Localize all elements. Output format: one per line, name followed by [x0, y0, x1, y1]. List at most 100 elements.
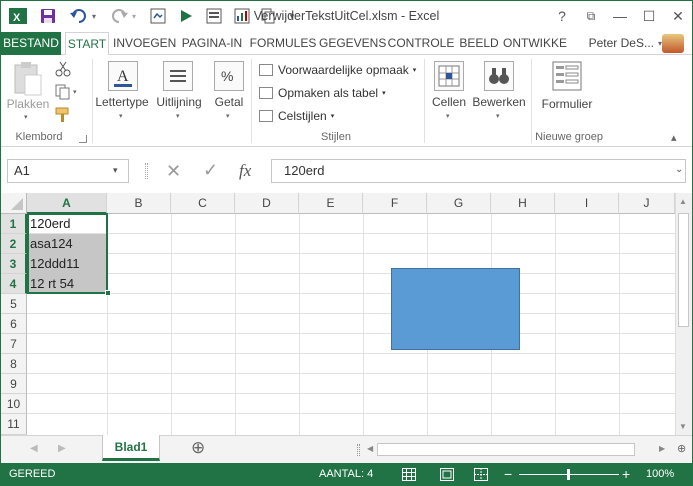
cells-icon[interactable]: [434, 61, 464, 91]
zoom-slider-thumb[interactable]: [567, 469, 570, 480]
cut-icon[interactable]: [55, 61, 71, 80]
binoculars-icon[interactable]: [484, 61, 514, 91]
format-as-table-button[interactable]: Opmaken als tabel ▾: [259, 83, 386, 103]
row-header[interactable]: 8: [1, 354, 27, 374]
editing-button[interactable]: Bewerken: [471, 95, 527, 109]
name-box-dropdown-icon[interactable]: ▾: [113, 165, 118, 176]
scroll-left-icon[interactable]: ◀: [367, 444, 373, 453]
column-header[interactable]: E: [299, 193, 363, 214]
next-sheet-icon[interactable]: ▶: [58, 443, 66, 454]
form-button[interactable]: Formulier: [536, 97, 598, 111]
normal-view-icon[interactable]: [402, 468, 416, 484]
column-header[interactable]: F: [363, 193, 427, 214]
paste-button[interactable]: Plakken: [6, 97, 50, 111]
tab-page-layout[interactable]: PAGINA-IN: [179, 32, 245, 55]
scroll-right-icon[interactable]: ▶: [659, 444, 665, 453]
percent-icon[interactable]: %: [214, 61, 244, 91]
close-button[interactable]: ✕: [665, 5, 691, 27]
tab-data[interactable]: GEGEVENS: [319, 32, 386, 55]
sheet-tab-blad1[interactable]: Blad1: [102, 435, 160, 461]
font-dropdown-icon[interactable]: ▾: [119, 112, 123, 120]
form-button-icon[interactable]: [552, 61, 582, 93]
tab-splitter[interactable]: [357, 444, 360, 456]
vertical-scroll-thumb[interactable]: [678, 213, 689, 327]
row-header[interactable]: 11: [1, 414, 27, 435]
zoom-out-button[interactable]: −: [504, 466, 512, 482]
tab-file[interactable]: BESTAND: [1, 32, 61, 55]
scroll-up-icon[interactable]: ▲: [679, 197, 687, 206]
ribbon-display-button[interactable]: ⧉: [578, 5, 604, 27]
paste-dropdown-icon[interactable]: ▾: [24, 113, 28, 121]
column-header[interactable]: J: [619, 193, 675, 214]
row-header[interactable]: 5: [1, 294, 27, 314]
page-layout-view-icon[interactable]: [440, 468, 454, 484]
row-header[interactable]: 2: [1, 234, 27, 254]
formula-bar-grip[interactable]: [145, 163, 148, 179]
cells-button[interactable]: Cellen: [427, 95, 471, 109]
row-header[interactable]: 1: [1, 214, 27, 234]
scroll-down-icon[interactable]: ▼: [679, 422, 687, 431]
alignment-icon[interactable]: [163, 61, 193, 91]
clipboard-launcher-icon[interactable]: [79, 135, 87, 143]
paste-icon[interactable]: [11, 61, 45, 97]
row-header[interactable]: 9: [1, 374, 27, 394]
formula-input[interactable]: 120erd: [271, 159, 686, 183]
enter-icon[interactable]: ✓: [203, 160, 218, 181]
cell-a4[interactable]: 12 rt 54: [28, 274, 107, 293]
zoom-level[interactable]: 100%: [646, 468, 674, 480]
tab-start[interactable]: START: [65, 32, 109, 56]
vertical-scrollbar[interactable]: ▲ ▼: [675, 193, 692, 435]
page-break-view-icon[interactable]: [474, 468, 488, 484]
collapse-ribbon-icon[interactable]: ▴: [671, 131, 677, 144]
maximize-button[interactable]: ☐: [636, 5, 662, 27]
zoom-in-button[interactable]: +: [622, 466, 630, 482]
worksheet-grid[interactable]: A B C D E F G H I J 1 2 3 4 5 6 7 8 9 10…: [1, 193, 692, 435]
help-button[interactable]: ?: [549, 5, 575, 27]
column-header[interactable]: D: [235, 193, 299, 214]
tab-view[interactable]: BEELD: [458, 32, 500, 55]
column-header[interactable]: I: [555, 193, 619, 214]
minimize-button[interactable]: —: [607, 5, 633, 27]
column-header[interactable]: B: [107, 193, 171, 214]
cell-a3[interactable]: 12ddd11: [28, 254, 107, 273]
expand-formula-bar-icon[interactable]: ⌄: [675, 164, 683, 175]
prev-sheet-icon[interactable]: ◀: [30, 443, 38, 454]
insert-function-button[interactable]: fx: [239, 161, 251, 181]
column-header[interactable]: H: [491, 193, 555, 214]
font-button[interactable]: Lettertype: [93, 95, 151, 109]
cells-dropdown-icon[interactable]: ▾: [446, 112, 450, 120]
rectangle-shape[interactable]: [391, 268, 520, 350]
editing-dropdown-icon[interactable]: ▾: [496, 112, 500, 120]
column-header[interactable]: G: [427, 193, 491, 214]
add-sheet-button[interactable]: ⊕: [191, 438, 205, 458]
tab-insert[interactable]: INVOEGEN: [113, 32, 176, 55]
alignment-button[interactable]: Uitlijning: [152, 95, 206, 109]
format-painter-icon[interactable]: [55, 107, 71, 126]
name-box[interactable]: A1: [7, 159, 129, 183]
avatar[interactable]: [662, 34, 684, 53]
column-header[interactable]: C: [171, 193, 235, 214]
tab-developer[interactable]: ONTWIKKE: [502, 32, 568, 55]
conditional-formatting-button[interactable]: Voorwaardelijke opmaak ▾: [259, 60, 416, 80]
row-header[interactable]: 3: [1, 254, 27, 274]
select-all-corner[interactable]: [1, 193, 27, 214]
cell-a1[interactable]: 120erd: [28, 214, 107, 233]
alignment-dropdown-icon[interactable]: ▾: [176, 112, 180, 120]
cell-a2[interactable]: asa124: [28, 234, 107, 253]
row-header[interactable]: 4: [1, 274, 27, 294]
column-header[interactable]: A: [27, 193, 107, 214]
tab-review[interactable]: CONTROLE: [387, 32, 455, 55]
cancel-icon[interactable]: ✕: [166, 161, 181, 182]
row-header[interactable]: 7: [1, 334, 27, 354]
copy-dropdown-icon[interactable]: ▾: [73, 88, 77, 96]
number-button[interactable]: Getal: [210, 95, 248, 109]
cell-styles-button[interactable]: Celstijlen ▾: [259, 106, 334, 126]
row-header[interactable]: 6: [1, 314, 27, 334]
horizontal-scroll-thumb[interactable]: [377, 443, 635, 456]
row-header[interactable]: 10: [1, 394, 27, 414]
copy-button-icon[interactable]: [55, 84, 71, 103]
font-icon[interactable]: A: [108, 61, 138, 91]
tab-formulas[interactable]: FORMULES: [249, 32, 317, 55]
number-dropdown-icon[interactable]: ▾: [226, 112, 230, 120]
user-name[interactable]: Peter DeS...: [589, 32, 654, 54]
